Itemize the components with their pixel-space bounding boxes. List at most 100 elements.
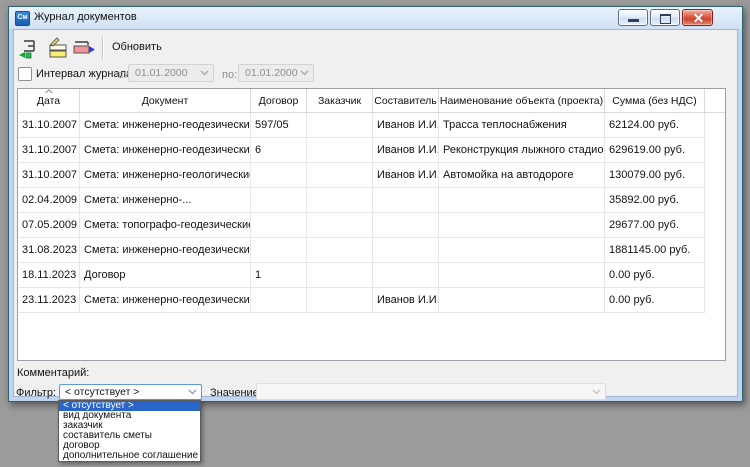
- table-cell: 31.08.2023: [18, 238, 80, 263]
- table-cell: Автомойка на автодороге: [439, 163, 605, 188]
- maximize-icon: [660, 14, 671, 24]
- value-combobox[interactable]: [256, 383, 606, 400]
- minimize-button[interactable]: [618, 9, 648, 26]
- filter-value: < отсутствует >: [65, 386, 139, 398]
- refresh-button[interactable]: Обновить: [112, 41, 162, 53]
- row-filler: [705, 263, 725, 288]
- table-row[interactable]: 31.10.2007Смета: инженерно-геодезические…: [18, 138, 725, 163]
- table-row[interactable]: 23.11.2023Смета: инженерно-геодезические…: [18, 288, 725, 313]
- row-filler: [705, 188, 725, 213]
- table-cell: 02.04.2009: [18, 188, 80, 213]
- table-cell: 07.05.2009: [18, 213, 80, 238]
- filter-combobox[interactable]: < отсутствует >: [59, 384, 202, 400]
- table-cell: [439, 288, 605, 313]
- edit-estimate-icon[interactable]: [45, 37, 71, 59]
- table-row[interactable]: 02.04.2009Смета: инженерно-...35892.00 р…: [18, 188, 725, 213]
- table-cell: Смета: инженерно-геодезические ...: [80, 238, 251, 263]
- filter-option[interactable]: заказчик: [59, 421, 200, 431]
- table-cell: [307, 288, 373, 313]
- table-row[interactable]: 31.10.2007Смета: инженерно-геодезические…: [18, 113, 725, 138]
- chevron-down-icon: [200, 70, 209, 76]
- column-header-label: Документ: [142, 95, 189, 107]
- table-row[interactable]: 31.08.2023Смета: инженерно-геодезические…: [18, 238, 725, 263]
- minimize-icon: [628, 19, 639, 22]
- table-cell: Договор: [80, 263, 251, 288]
- column-header[interactable]: Наименование объекта (проекта): [439, 89, 605, 112]
- chevron-down-icon: [592, 389, 601, 395]
- table-cell: Смета: инженерно-геодезические ...: [80, 288, 251, 313]
- filter-option[interactable]: составитель сметы: [59, 431, 200, 441]
- table-cell: Иванов И.И.: [373, 113, 439, 138]
- interval-checkbox[interactable]: [18, 67, 32, 81]
- table-cell: [307, 138, 373, 163]
- table-cell: 31.10.2007: [18, 163, 80, 188]
- table-cell: [373, 263, 439, 288]
- table-cell: Смета: инженерно-...: [80, 188, 251, 213]
- table-row[interactable]: 07.05.2009Смета: топографо-геодезические…: [18, 213, 725, 238]
- table-row[interactable]: 31.10.2007Смета: инженерно-геологические…: [18, 163, 725, 188]
- column-header[interactable]: Составитель: [373, 89, 439, 112]
- export-document-icon[interactable]: [71, 37, 97, 59]
- column-header[interactable]: Документ: [80, 89, 251, 112]
- table-cell: [251, 213, 307, 238]
- row-filler: [705, 288, 725, 313]
- date-from-combobox[interactable]: 01.01.2000: [128, 64, 214, 82]
- documents-table: ДатаДокументДоговорЗаказчикСоставительНа…: [17, 88, 726, 361]
- column-header-label: Сумма (без НДС): [612, 95, 696, 107]
- table-cell: 29677.00 руб.: [605, 213, 705, 238]
- table-cell: 130079.00 руб.: [605, 163, 705, 188]
- column-header-label: Наименование объекта (проекта): [440, 95, 603, 107]
- row-filler: [705, 163, 725, 188]
- column-header-label: Дата: [37, 95, 60, 107]
- table-cell: 6: [251, 138, 307, 163]
- date-from-label: с:: [118, 69, 127, 81]
- table-cell: [439, 188, 605, 213]
- filter-option[interactable]: договор: [59, 441, 200, 451]
- table-cell: 629619.00 руб.: [605, 138, 705, 163]
- row-filler: [705, 213, 725, 238]
- load-journal-icon[interactable]: [17, 37, 43, 59]
- journal-window: См Журнал документов: [8, 6, 743, 402]
- table-cell: [307, 213, 373, 238]
- date-to-combobox[interactable]: 01.01.2000: [238, 64, 314, 82]
- header-filler: [705, 89, 725, 112]
- maximize-button[interactable]: [650, 9, 680, 26]
- window-title: Журнал документов: [34, 11, 137, 23]
- table-cell: 1881145.00 руб.: [605, 238, 705, 263]
- table-cell: [439, 263, 605, 288]
- table-cell: 31.10.2007: [18, 113, 80, 138]
- table-cell: 62124.00 руб.: [605, 113, 705, 138]
- table-cell: Смета: инженерно-геологические ...: [80, 163, 251, 188]
- app-icon: См: [15, 11, 30, 26]
- table-cell: 597/05: [251, 113, 307, 138]
- table-body: 31.10.2007 Смета: инженерно-геодезические…: [18, 113, 725, 313]
- chevron-down-icon: [188, 389, 197, 395]
- filter-option[interactable]: < отсутствует >: [59, 401, 200, 411]
- table-cell: [307, 188, 373, 213]
- date-to-label: по:: [222, 69, 237, 81]
- table-row[interactable]: 18.11.2023Договор10.00 руб.: [18, 263, 725, 288]
- table-cell: 18.11.2023: [18, 263, 80, 288]
- column-header[interactable]: Заказчик: [307, 89, 373, 112]
- table-cell: [251, 238, 307, 263]
- column-header[interactable]: Договор: [251, 89, 307, 112]
- table-cell: Трасса теплоснабжения: [439, 113, 605, 138]
- table-header: Дата Документ ДоговорЗаказчикСоставительНа…: [18, 89, 725, 113]
- column-header[interactable]: Дата: [18, 89, 80, 112]
- close-icon: [692, 12, 703, 23]
- filter-option[interactable]: вид документа: [59, 411, 200, 421]
- table-cell: [307, 163, 373, 188]
- row-filler: [705, 113, 725, 138]
- table-cell: Реконструкция лыжного стадио...: [439, 138, 605, 163]
- row-filler: [705, 138, 725, 163]
- column-header[interactable]: Сумма (без НДС): [605, 89, 705, 112]
- table-cell: Иванов И.И.: [373, 138, 439, 163]
- table-cell: [251, 188, 307, 213]
- table-cell: [251, 163, 307, 188]
- close-button[interactable]: [682, 9, 713, 26]
- titlebar[interactable]: См Журнал документов: [9, 7, 742, 29]
- date-to-value: 01.01.2000: [245, 67, 298, 79]
- table-cell: [307, 113, 373, 138]
- table-cell: [439, 238, 605, 263]
- filter-option[interactable]: дополнительное соглашение: [59, 451, 200, 461]
